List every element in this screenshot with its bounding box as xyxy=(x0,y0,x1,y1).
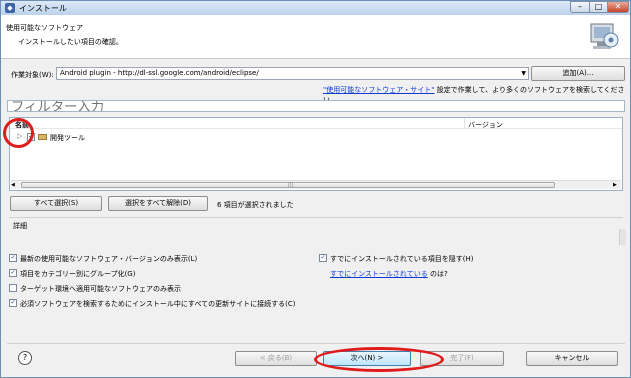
option-label: 必須ソフトウェアを検索するためにインストール中にすべての更新サイトに接続する(C… xyxy=(20,300,296,308)
option-label: ターゲット環境へ適用可能なソフトウェアのみ表示 xyxy=(20,285,181,293)
column-divider xyxy=(464,118,465,128)
option-label: すでにインストールされている項目を隠す(H) xyxy=(330,255,474,263)
checkbox[interactable]: ✓ xyxy=(9,269,17,277)
back-button[interactable]: < 戻る(B) xyxy=(235,351,317,366)
close-button[interactable]: ✕ xyxy=(607,1,629,13)
work-with-combo[interactable]: Android plugin - http://dl-ssl.google.co… xyxy=(56,67,529,80)
category-icon xyxy=(38,134,47,140)
details-area xyxy=(9,217,623,245)
details-scrollbar[interactable] xyxy=(619,229,626,245)
checkbox[interactable]: ✓ xyxy=(9,254,17,262)
wizard-banner: 使用可能なソフトウェア インストールしたい項目の確認。 xyxy=(1,15,630,59)
option-label: 項目をカテゴリー別にグループ化(G) xyxy=(20,270,136,278)
filter-input[interactable] xyxy=(7,100,625,112)
footer-separator xyxy=(7,343,625,344)
chevron-down-icon[interactable]: ▼ xyxy=(521,68,526,79)
horizontal-scrollbar[interactable]: ◀ ||| ▶ xyxy=(11,180,621,189)
scroll-left-icon[interactable]: ◀ xyxy=(11,182,19,188)
select-all-button[interactable]: すべて選択(S) xyxy=(10,196,102,211)
maximize-button[interactable]: □ xyxy=(589,1,608,13)
cancel-button[interactable]: キャンセル xyxy=(526,351,618,366)
available-sites-link[interactable]: "使用可能なソフトウェア・サイト" xyxy=(323,86,434,94)
scroll-right-icon[interactable]: ▶ xyxy=(613,182,621,188)
help-icon[interactable]: ? xyxy=(18,351,32,365)
already-installed-link[interactable]: すでにインストールされている xyxy=(330,270,428,278)
install-dialog: ◆ インストール – □ ✕ 使用可能なソフトウェア インストールしたい項目の確… xyxy=(0,0,631,378)
details-label: 詳細 xyxy=(13,222,27,230)
banner-subtitle: インストールしたい項目の確認。 xyxy=(18,38,123,46)
checkbox[interactable]: ✓ xyxy=(319,254,327,262)
table-row[interactable]: ▷ ✓ 開発ツール xyxy=(14,132,314,142)
add-site-button[interactable]: 追加(A)... xyxy=(531,66,625,81)
installed-hint-text: のは? xyxy=(427,270,448,278)
category-label: 開発ツール xyxy=(50,134,85,142)
work-with-value: Android plugin - http://dl-ssl.google.co… xyxy=(60,69,259,77)
option-label: 最新の使用可能なソフトウェア・バージョンのみ表示(L) xyxy=(20,255,198,263)
minimize-button[interactable]: – xyxy=(570,1,590,13)
annotation-circle xyxy=(3,118,34,148)
scrollbar-thumb[interactable]: ||| xyxy=(21,182,555,188)
eclipse-install-icon: ◆ xyxy=(5,3,15,13)
checkbox[interactable] xyxy=(9,284,17,292)
work-with-label: 作業対象(W): xyxy=(11,71,54,79)
install-wizard-icon xyxy=(590,23,619,49)
software-tree-table: 名前 バージョン ▷ ✓ 開発ツール ◀ ||| ▶ xyxy=(9,117,623,191)
checkbox[interactable]: ✓ xyxy=(9,299,17,307)
deselect-all-button[interactable]: 選択をすべて解除(D) xyxy=(108,196,208,211)
header-separator xyxy=(10,128,622,129)
annotation-circle xyxy=(314,347,444,372)
installed-hint: すでにインストールされている のは? xyxy=(330,269,448,279)
grip-icon: ||| xyxy=(288,182,294,188)
window-title: インストール xyxy=(19,4,67,13)
title-bar: ◆ インストール – □ ✕ xyxy=(1,1,630,15)
banner-title: 使用可能なソフトウェア xyxy=(6,24,83,32)
selected-count: 6 項目が選択されました xyxy=(217,201,294,209)
